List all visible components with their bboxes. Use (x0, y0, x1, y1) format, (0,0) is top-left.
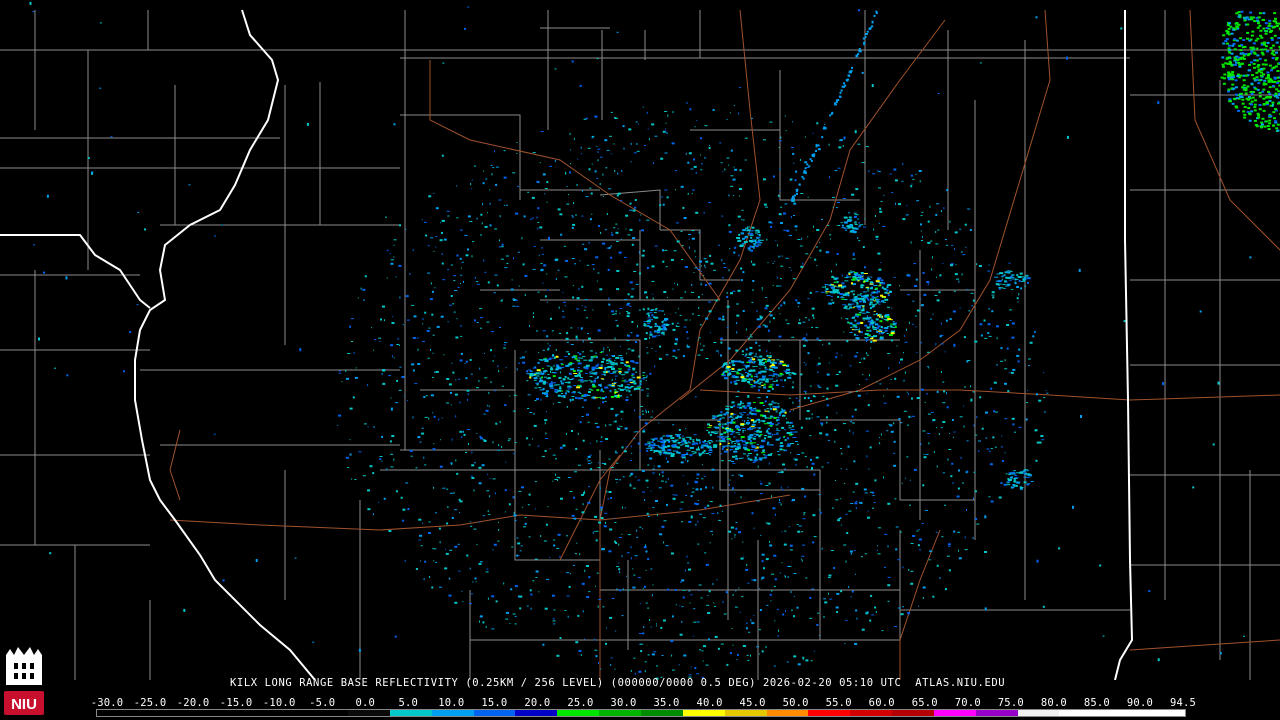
scale-tick-label: 50.0 (782, 697, 809, 709)
colorbar-segment (431, 710, 474, 716)
colorbar-segment (557, 710, 600, 716)
scale-tick-label: 5.0 (398, 697, 419, 709)
scale-tick-label: 35.0 (653, 697, 680, 709)
scale-tick-label: 60.0 (868, 697, 895, 709)
colorbar-segment (348, 710, 390, 716)
county-boundaries (0, 10, 1280, 680)
colorbar-segment (1017, 710, 1060, 716)
colorbar-segment (138, 710, 181, 716)
colorbar-segment (599, 710, 641, 716)
reflectivity-colorbar (96, 709, 1186, 717)
colorbar-segment (640, 710, 683, 716)
scale-tick-label: 45.0 (739, 697, 766, 709)
colorbar-segment (473, 710, 516, 716)
svg-text:NIU: NIU (11, 696, 37, 713)
radar-map (0, 1, 1280, 680)
colorbar-segment (1101, 710, 1144, 716)
scale-tick-label: -25.0 (133, 697, 167, 709)
scale-tick-label: 25.0 (567, 697, 594, 709)
colorbar-segment (850, 710, 893, 716)
scale-tick-label: 85.0 (1083, 697, 1110, 709)
scale-tick-label: 55.0 (825, 697, 852, 709)
scale-tick-label: -20.0 (176, 697, 210, 709)
colorbar-segment (1059, 710, 1102, 716)
scale-tick-label: 20.0 (524, 697, 551, 709)
scale-tick-label: 90.0 (1126, 697, 1153, 709)
colorbar-segment (180, 710, 223, 716)
scale-tick-label: 80.0 (1040, 697, 1067, 709)
colorbar-segment (515, 710, 558, 716)
colorbar-segment (892, 710, 934, 716)
colorbar-segment (766, 710, 809, 716)
scale-tick-label: 65.0 (911, 697, 938, 709)
state-boundaries (0, 9, 1134, 680)
scale-tick-label: 94.5 (1169, 697, 1197, 709)
colorbar-segment (808, 710, 851, 716)
colorbar-segment (975, 710, 1018, 716)
highway-lines (169, 9, 1280, 680)
colorbar-segment (682, 710, 725, 716)
colorbar-segment (1143, 710, 1185, 716)
colorbar-segment (222, 710, 265, 716)
colorbar-segment (264, 710, 307, 716)
scale-tick-label: -15.0 (219, 697, 253, 709)
scale-tick-label: 75.0 (997, 697, 1024, 709)
radar-echoes (29, 1, 1280, 680)
scale-tick-label: 40.0 (696, 697, 723, 709)
scale-tick-labels: -30.0 -25.0 -20.0 -15.0 -10.0 -5.0 0.0 5.0 10.0 1… (91, 697, 1197, 709)
scale-tick-label: -30.0 (90, 697, 124, 709)
colorbar-segment (724, 710, 767, 716)
niu-logo: NIU (4, 647, 44, 715)
scale-tick-label: -5.0 (309, 697, 336, 709)
colorbar-segment (97, 710, 139, 716)
product-title: KILX LONG RANGE BASE REFLECTIVITY (0.25K… (230, 677, 1006, 689)
scale-tick-label: 0.0 (355, 697, 376, 709)
scale-tick-label: -10.0 (262, 697, 296, 709)
scale-tick-label: 15.0 (481, 697, 508, 709)
colorbar-segment (306, 710, 349, 716)
scale-tick-label: 70.0 (954, 697, 981, 709)
colorbar-segment (933, 710, 976, 716)
colorbar-segment (389, 710, 432, 716)
scale-tick-label: 10.0 (438, 697, 465, 709)
scale-tick-label: 30.0 (610, 697, 637, 709)
